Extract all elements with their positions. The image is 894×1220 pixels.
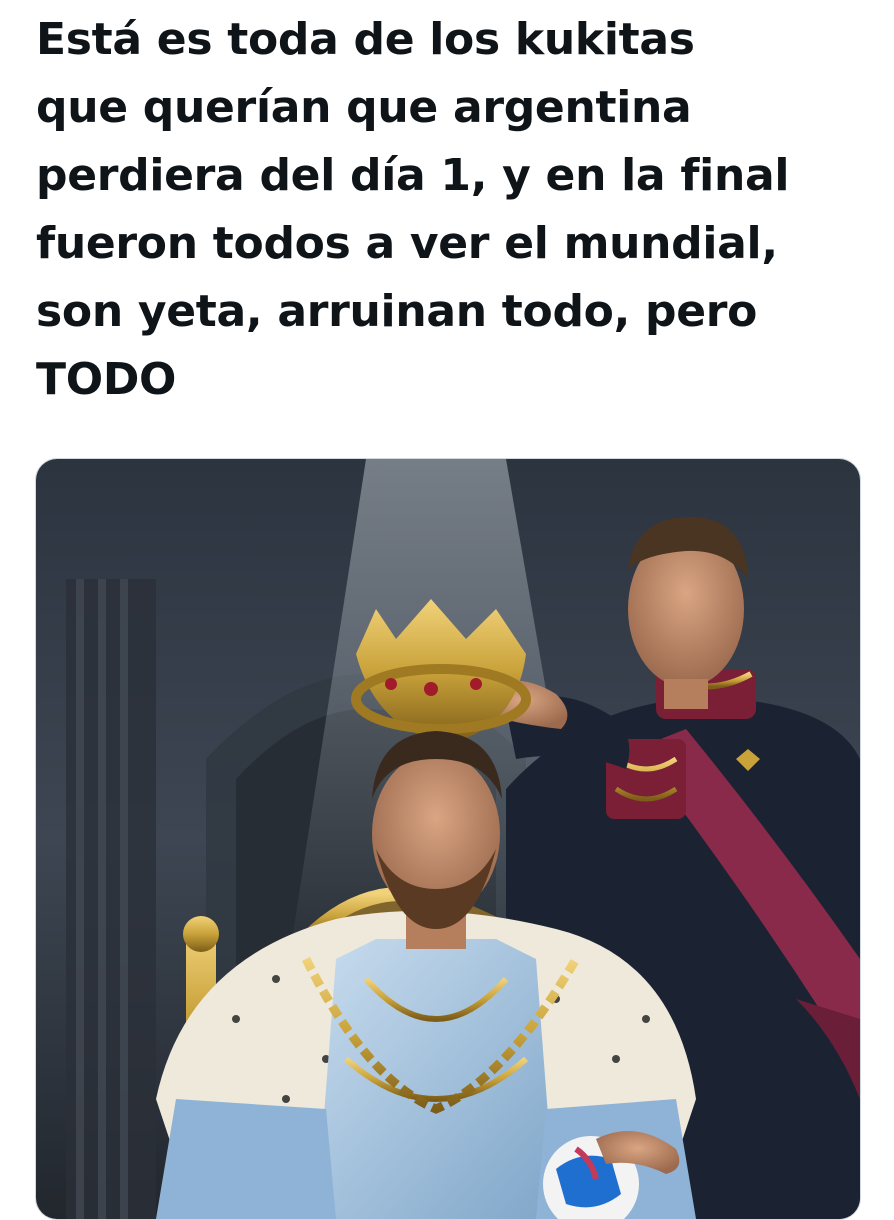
post-text: Está es toda de los kukitas que querían … [36, 14, 790, 405]
coronation-illustration [36, 459, 860, 1219]
blue-robe [316, 939, 556, 1219]
post-image[interactable] [35, 458, 861, 1220]
crown-icon [351, 599, 531, 744]
